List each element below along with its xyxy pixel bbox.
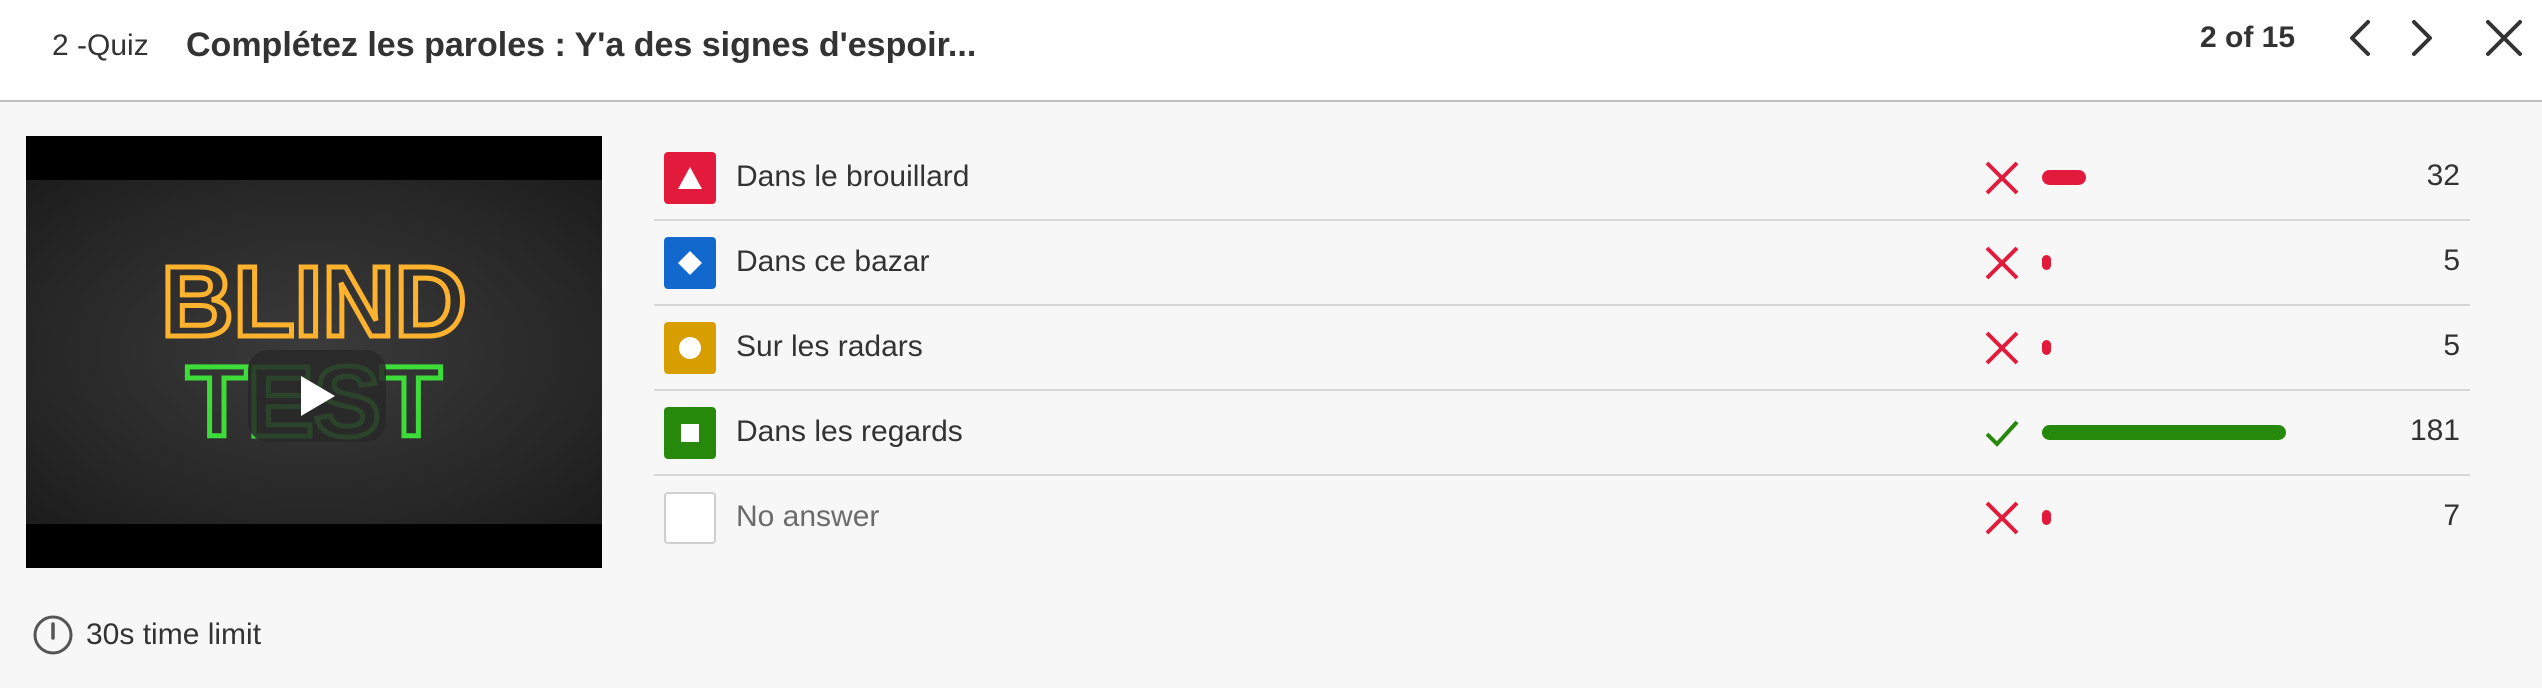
answer-shape-box: [664, 152, 716, 204]
play-icon: [301, 376, 335, 416]
correct-icon: [1985, 420, 2019, 447]
timer-icon: [33, 615, 73, 655]
answer-count-bar: [2042, 340, 2051, 355]
thumbnail-text-blind: BLIND: [161, 246, 467, 358]
answer-shape-box: [664, 322, 716, 374]
question-pager: 2 of 15: [2200, 21, 2296, 54]
wrong-icon: [1985, 331, 2019, 365]
previous-question-button[interactable]: [2338, 16, 2382, 60]
answer-count: 7: [2443, 499, 2460, 532]
chevron-right-icon: [2412, 20, 2432, 56]
answer-count: 32: [2426, 159, 2460, 192]
close-button[interactable]: [2478, 12, 2530, 64]
chevron-left-icon: [2350, 20, 2370, 56]
question-title: Complétez les paroles : Y'a des signes d…: [186, 26, 977, 64]
answer-results: Dans le brouillard 32 Dans ce bazar 5 Su…: [654, 136, 2470, 561]
answer-row: No answer 7: [654, 476, 2470, 561]
wrong-icon: [1985, 161, 2019, 195]
wrong-icon: [1985, 501, 2019, 535]
answer-shape-box: [664, 492, 716, 544]
answer-row: Sur les radars 5: [654, 306, 2470, 391]
time-limit: 30s time limit: [32, 614, 261, 656]
answer-count-bar: [2042, 170, 2086, 185]
answer-label: Sur les radars: [736, 330, 923, 363]
answer-row: Dans le brouillard 32: [654, 136, 2470, 221]
diamond-icon: [678, 251, 702, 275]
answer-label: Dans le brouillard: [736, 160, 970, 193]
quiz-header: 2 -Quiz Complétez les paroles : Y'a des …: [0, 0, 2542, 102]
answer-row: Dans ce bazar 5: [654, 221, 2470, 306]
answer-count: 5: [2443, 329, 2460, 362]
answer-count-bar: [2042, 510, 2051, 525]
answer-count-bar: [2042, 255, 2051, 270]
answer-label: Dans les regards: [736, 415, 963, 448]
answer-count: 5: [2443, 244, 2460, 277]
time-limit-text: 30s time limit: [86, 618, 262, 651]
video-player[interactable]: BLIND TEST: [26, 136, 602, 568]
triangle-icon: [678, 167, 702, 189]
answer-label: Dans ce bazar: [736, 245, 930, 278]
answer-label: No answer: [736, 500, 880, 533]
next-question-button[interactable]: [2400, 16, 2444, 60]
quiz-number: 2 -Quiz: [52, 29, 149, 62]
close-icon: [2486, 20, 2522, 56]
square-icon: [681, 424, 699, 442]
answer-shape-box: [664, 407, 716, 459]
play-button[interactable]: [248, 350, 386, 442]
circle-icon: [679, 337, 701, 359]
answer-row: Dans les regards 181: [654, 391, 2470, 476]
video-thumbnail: BLIND TEST: [26, 180, 602, 524]
answer-count-bar: [2042, 425, 2286, 440]
answer-count: 181: [2409, 414, 2460, 447]
answer-shape-box: [664, 237, 716, 289]
wrong-icon: [1985, 246, 2019, 280]
